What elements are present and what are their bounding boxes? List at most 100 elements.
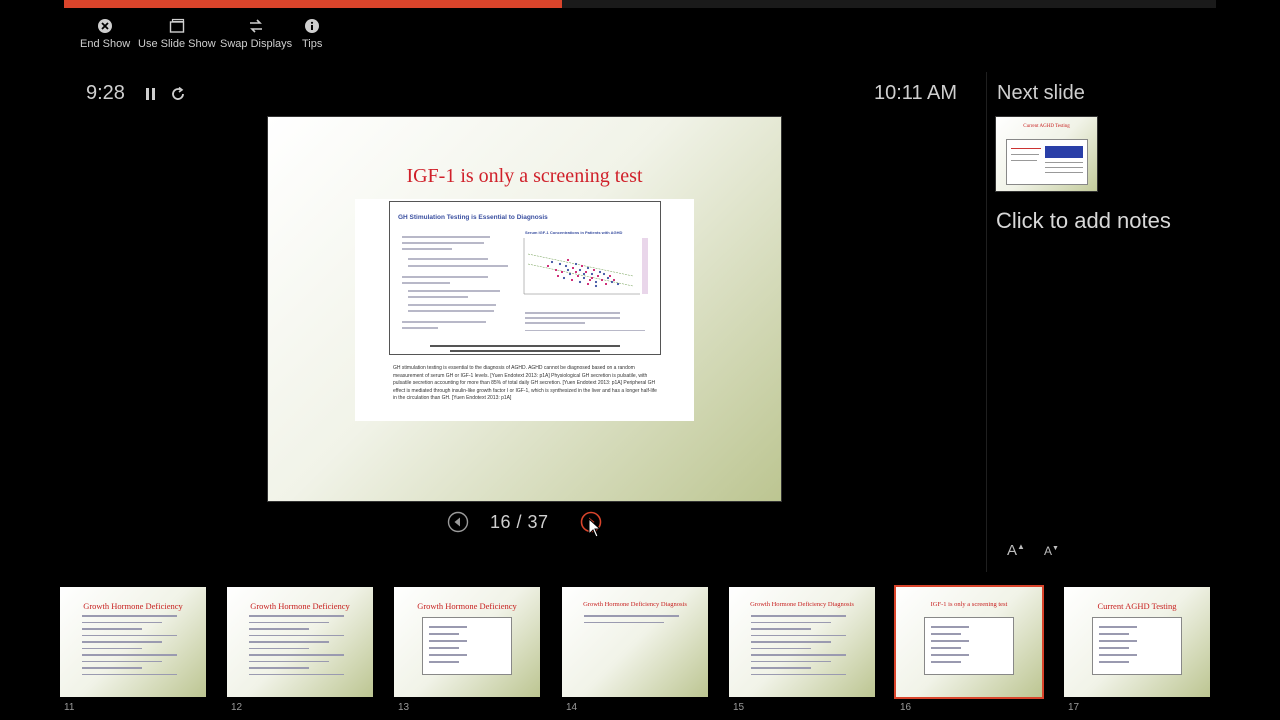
text-line [751, 621, 831, 623]
panel-divider [986, 72, 987, 572]
thumb-title: Current AGHD Testing [1097, 601, 1177, 611]
text-line [1011, 148, 1041, 149]
embedded-slide-title: GH Stimulation Testing is Essential to D… [398, 214, 548, 221]
text-line [751, 641, 831, 643]
scatter-point [558, 262, 562, 266]
text-line [249, 667, 309, 669]
scatter-point [550, 260, 554, 264]
scatter-point [577, 275, 579, 277]
current-slide[interactable]: IGF-1 is only a screening test GH Stimul… [268, 117, 781, 501]
text-line [408, 258, 488, 260]
footer-line [430, 345, 620, 347]
scatter-point [601, 279, 603, 281]
text-line [931, 633, 961, 635]
thumb-number: 17 [1068, 702, 1080, 713]
scatter-point [575, 271, 577, 273]
filmstrip-thumb-12[interactable]: Growth Hormone Deficiency [227, 587, 373, 697]
increase-font-button[interactable]: A▲ [1007, 542, 1025, 559]
thumb-number: 11 [64, 702, 75, 713]
text-line [1045, 172, 1083, 173]
scatter-point [616, 282, 620, 286]
text-line [1011, 154, 1039, 155]
text-line [402, 236, 490, 238]
text-line [931, 661, 961, 663]
next-slide-label: Next slide [997, 82, 1085, 104]
font-down-icon: ▼ [1052, 545, 1059, 552]
text-line [82, 654, 177, 656]
text-line [402, 276, 488, 278]
scatter-point [609, 275, 611, 277]
previous-arrow-icon [447, 511, 469, 533]
text-line [751, 667, 811, 669]
text-line [931, 626, 969, 628]
filmstrip-thumb-11[interactable]: Growth Hormone Deficiency [60, 587, 206, 697]
filmstrip-thumb-14[interactable]: Growth Hormone Deficiency Diagnosis [562, 587, 708, 697]
scatter-point [586, 266, 590, 270]
text-line [1099, 633, 1129, 635]
thumb-embedded-image [422, 617, 512, 675]
end-show-button[interactable]: End Show [80, 18, 130, 50]
text-line [249, 634, 344, 636]
text-line [82, 660, 162, 662]
thumb-title: Growth Hormone Deficiency Diagnosis [750, 601, 854, 608]
scatter-point [568, 272, 572, 276]
thumb-number: 15 [733, 702, 745, 713]
text-line [82, 641, 162, 643]
text-line [82, 647, 142, 649]
thumb-number: 12 [231, 702, 243, 713]
scatter-point [589, 279, 591, 281]
text-line [82, 634, 177, 636]
preview-table-header [1045, 146, 1083, 158]
text-line [249, 647, 309, 649]
decrease-font-label: A [1044, 544, 1053, 558]
filmstrip-thumb-17[interactable]: Current AGHD Testing [1064, 587, 1210, 697]
pause-icon[interactable] [144, 87, 158, 101]
clock: 10:11 AM [874, 82, 958, 104]
text-line [402, 242, 484, 244]
scatter-point [581, 265, 583, 267]
speaker-notes-placeholder[interactable]: Click to add notes [996, 208, 1171, 234]
scatter-point [594, 280, 598, 284]
text-line [429, 654, 467, 656]
text-line [402, 327, 438, 329]
thumb-number: 14 [566, 702, 578, 713]
thumb-title: Growth Hormone Deficiency [83, 601, 183, 611]
mouse-cursor-icon [588, 517, 602, 538]
progress-bar [64, 0, 1216, 8]
text-line [429, 626, 467, 628]
use-slide-show-button[interactable]: Use Slide Show [138, 18, 216, 50]
swap-displays-button[interactable]: Swap Displays [220, 18, 292, 50]
scatter-point [594, 284, 598, 288]
text-line [408, 310, 494, 312]
text-line [525, 312, 620, 314]
next-slide-preview[interactable]: Current AGHD Testing [996, 117, 1097, 191]
end-show-label: End Show [80, 38, 131, 50]
scatter-point [585, 271, 587, 273]
thumb-title: Growth Hormone Deficiency [417, 601, 517, 611]
decrease-font-button[interactable]: A▼ [1044, 544, 1059, 558]
embedded-slide-image: GH Stimulation Testing is Essential to D… [389, 201, 661, 355]
filmstrip-thumb-16[interactable]: IGF-1 is only a screening test [894, 585, 1044, 699]
swap-displays-label: Swap Displays [220, 38, 293, 50]
footer-line [450, 350, 600, 352]
text-line [249, 660, 329, 662]
filmstrip-thumb-15[interactable]: Growth Hormone Deficiency Diagnosis [729, 587, 875, 697]
text-line [402, 248, 452, 250]
text-line [429, 647, 459, 649]
thumb-number: 16 [900, 702, 912, 713]
font-up-icon: ▲ [1017, 542, 1025, 551]
reset-timer-icon[interactable] [170, 86, 186, 102]
text-line [402, 321, 486, 323]
text-line [249, 641, 329, 643]
text-line [1099, 640, 1137, 642]
text-line [584, 615, 679, 617]
filmstrip-thumb-13[interactable]: Growth Hormone Deficiency [394, 587, 540, 697]
embedded-scatter-chart [523, 238, 648, 295]
slide-notes-text: GH stimulation testing is essential to t… [393, 365, 657, 401]
tips-button[interactable]: Tips [302, 18, 322, 50]
text-line [249, 621, 329, 623]
previous-slide-button[interactable] [447, 511, 469, 533]
embedded-chart-title: Serum IGF-1 Concentrations in Patients w… [525, 230, 623, 235]
scatter-point [605, 283, 607, 285]
text-line [1099, 647, 1129, 649]
